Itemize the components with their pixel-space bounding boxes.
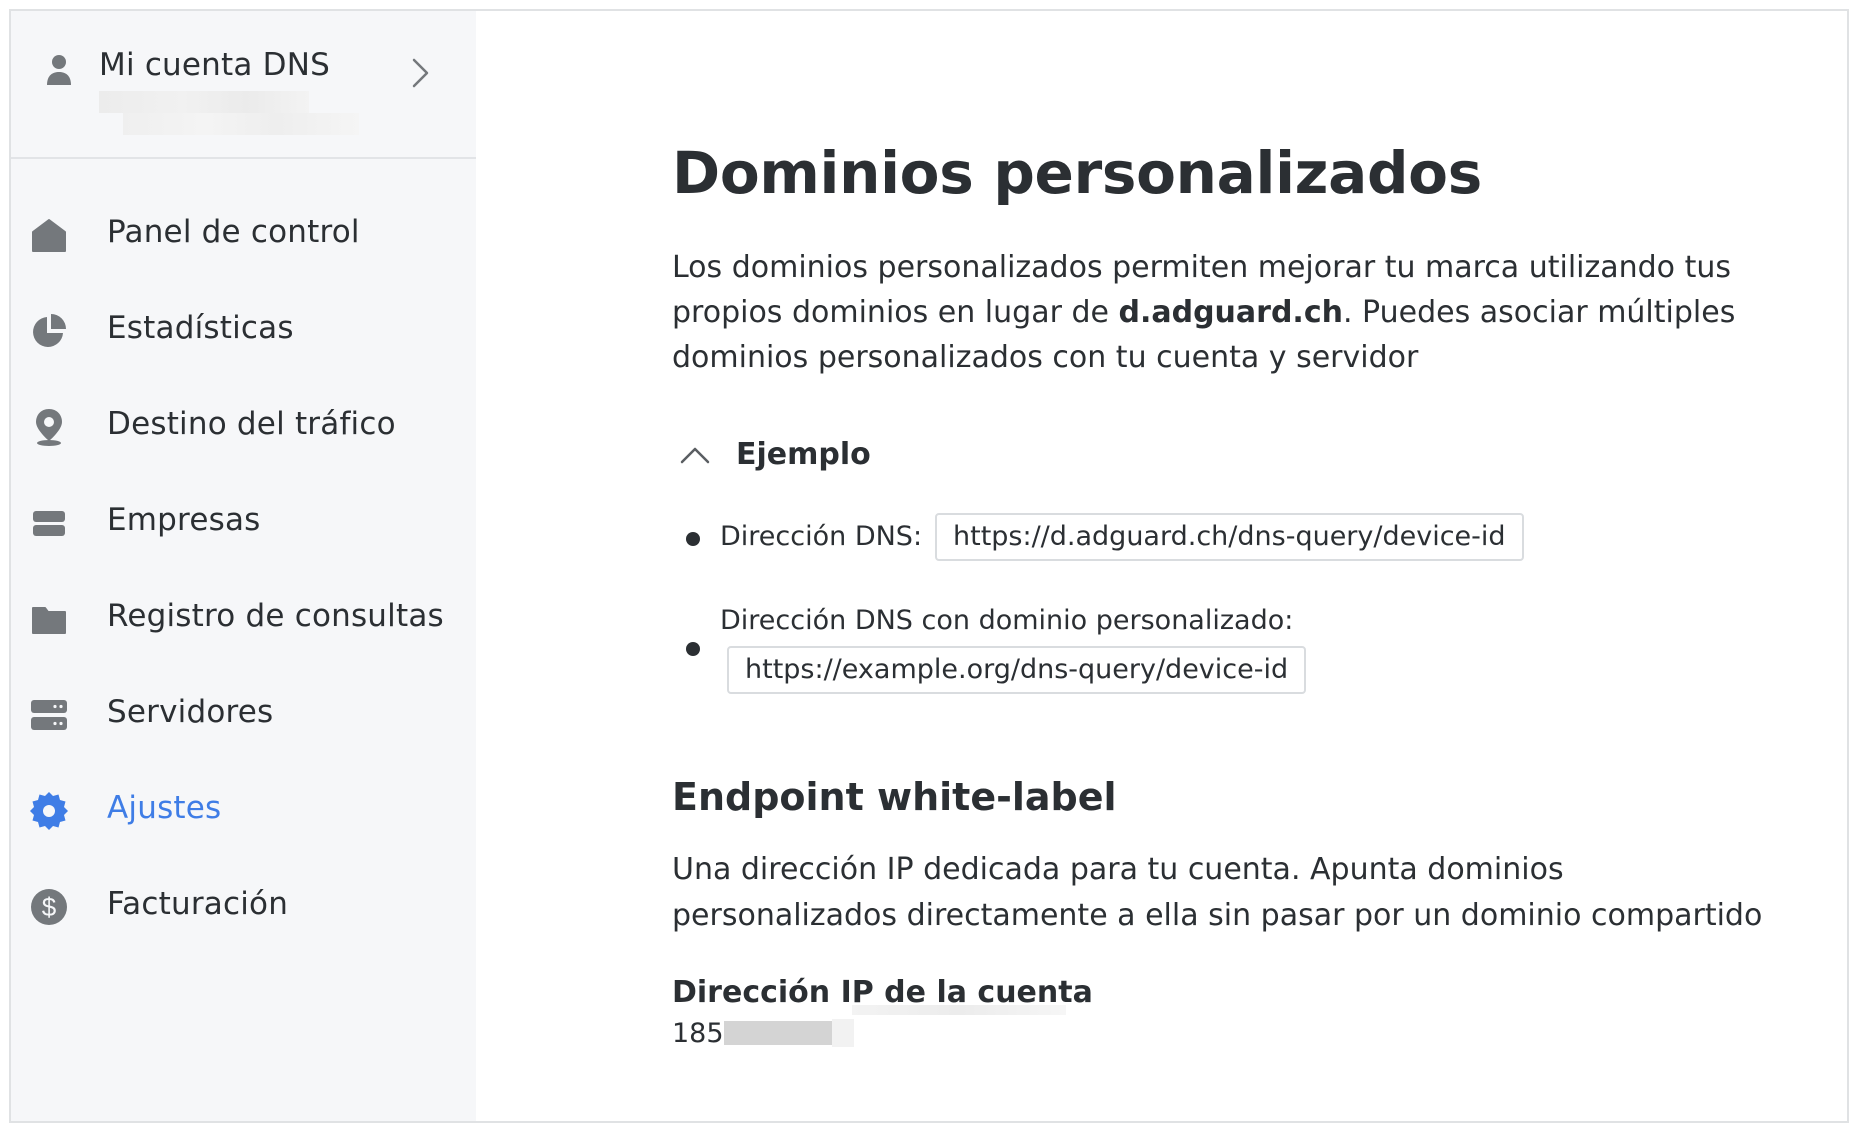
sidebar-item-label: Registro de consultas — [107, 598, 444, 634]
sidebar-item-label: Destino del tráfico — [107, 406, 396, 442]
chevron-up-icon — [680, 447, 710, 464]
sidebar-nav: Panel de control Estadísticas Destino de… — [11, 187, 476, 955]
sidebar-item-query-log[interactable]: Registro de consultas — [11, 571, 476, 667]
sidebar-item-settings[interactable]: Ajustes — [11, 763, 476, 859]
sidebar-item-label: Estadísticas — [107, 310, 294, 346]
app-window: Mi cuenta DNS Panel de control Estadísti… — [9, 9, 1849, 1123]
page-title: Dominios personalizados — [672, 139, 1482, 207]
sidebar: Mi cuenta DNS Panel de control Estadísti… — [11, 11, 476, 1121]
bullet — [686, 642, 700, 656]
sidebar-item-label: Facturación — [107, 886, 289, 922]
sidebar-item-dashboard[interactable]: Panel de control — [11, 187, 476, 283]
sidebar-item-servers[interactable]: Servidores — [11, 667, 476, 763]
account-ip-redacted-3 — [852, 1005, 1066, 1015]
account-ip-redacted-2 — [832, 1019, 854, 1047]
dns-address-label: Dirección DNS: — [720, 521, 923, 552]
svg-text:$: $ — [42, 892, 57, 922]
user-icon — [47, 55, 71, 85]
location-pin-icon — [36, 409, 62, 446]
example-label: Ejemplo — [736, 437, 871, 472]
bullet — [686, 532, 700, 546]
sidebar-item-label: Panel de control — [107, 214, 360, 250]
folder-icon — [32, 607, 66, 634]
endpoint-section-title: Endpoint white-label — [672, 775, 1117, 819]
dns-address-value: https://d.adguard.ch/dns-query/device-id — [935, 513, 1524, 561]
sidebar-item-companies[interactable]: Empresas — [11, 475, 476, 571]
account-ip-redacted — [724, 1021, 834, 1045]
custom-domain-address-label: Dirección DNS con dominio personalizado: — [720, 605, 1294, 636]
gear-icon — [30, 792, 68, 830]
custom-domain-address-value: https://example.org/dns-query/device-id — [727, 646, 1307, 694]
sidebar-item-billing[interactable]: $ Facturación — [11, 859, 476, 955]
server-icon — [31, 700, 67, 730]
sidebar-item-statistics[interactable]: Estadísticas — [11, 283, 476, 379]
home-icon — [32, 219, 66, 252]
pie-chart-icon — [33, 314, 66, 347]
dollar-icon: $ — [31, 889, 67, 925]
building-icon — [33, 511, 65, 536]
sidebar-item-label: Ajustes — [107, 790, 222, 826]
sidebar-item-label: Empresas — [107, 502, 261, 538]
sidebar-item-label: Servidores — [107, 694, 274, 730]
sidebar-item-traffic-destination[interactable]: Destino del tráfico — [11, 379, 476, 475]
main-content: Dominios personalizados Los dominios per… — [476, 11, 1847, 1121]
account-email-redacted-2 — [123, 113, 359, 135]
account-email-redacted — [99, 91, 309, 113]
endpoint-description: Una dirección IP dedicada para tu cuenta… — [672, 852, 1763, 933]
page-description: Los dominios personalizados permiten mej… — [672, 245, 1752, 380]
chevron-right-icon — [412, 58, 429, 88]
account-title: Mi cuenta DNS — [99, 47, 330, 83]
account-menu[interactable]: Mi cuenta DNS — [11, 11, 476, 159]
description-domain: d.adguard.ch — [1118, 295, 1343, 330]
